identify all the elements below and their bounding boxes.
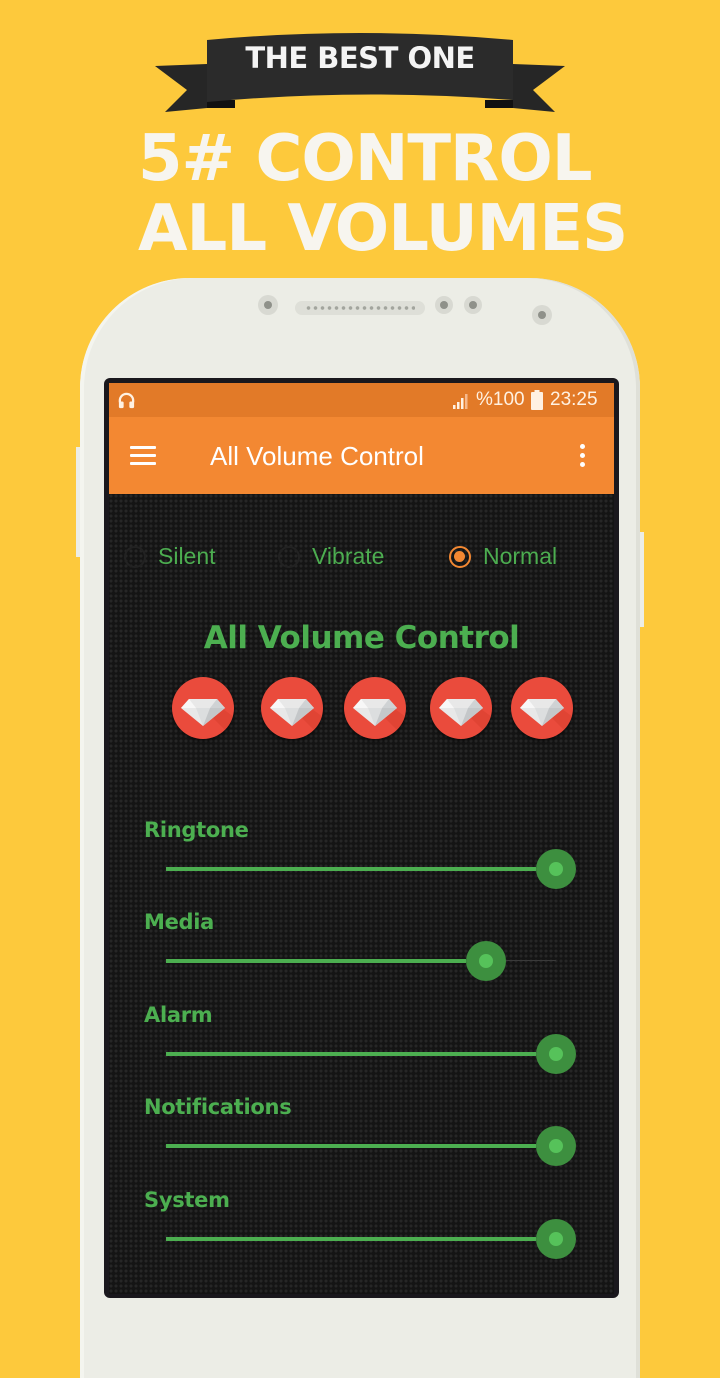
gem-button[interactable] bbox=[430, 677, 492, 739]
volume-label: Notifications bbox=[144, 1095, 292, 1119]
headline-line-2: ALL VOLUMES bbox=[138, 192, 628, 266]
volume-label: Alarm bbox=[144, 1003, 213, 1027]
gem-button[interactable] bbox=[344, 677, 406, 739]
volume-label: Media bbox=[144, 910, 215, 934]
hamburger-menu-icon[interactable] bbox=[130, 446, 156, 466]
volume-slider-notifications[interactable] bbox=[166, 1124, 576, 1168]
slider-track-filled bbox=[166, 1144, 536, 1148]
volume-label: System bbox=[144, 1188, 230, 1212]
radio-circle[interactable] bbox=[124, 545, 146, 568]
gem-button[interactable] bbox=[261, 677, 323, 739]
radio-label: Silent bbox=[158, 543, 216, 569]
slider-track-filled bbox=[166, 867, 536, 871]
volume-slider-alarm[interactable] bbox=[166, 1032, 576, 1076]
section-title: All Volume Control bbox=[203, 620, 520, 656]
radio-label: Vibrate bbox=[312, 543, 385, 569]
slider-thumb[interactable] bbox=[536, 1034, 576, 1074]
signal-icon bbox=[453, 394, 468, 409]
headline-line-1: 5# CONTROL bbox=[138, 122, 593, 196]
gem-button[interactable] bbox=[511, 677, 573, 739]
diamond-icon bbox=[270, 699, 323, 739]
gem-button[interactable] bbox=[172, 677, 234, 739]
promo-ribbon: THE BEST ONE bbox=[155, 30, 565, 120]
radio-circle[interactable] bbox=[449, 545, 471, 568]
slider-track-filled bbox=[166, 959, 466, 963]
slider-track-filled bbox=[166, 1237, 536, 1241]
sensor-icon bbox=[435, 296, 453, 314]
slider-thumb[interactable] bbox=[465, 941, 506, 981]
slider-thumb[interactable] bbox=[536, 1126, 576, 1166]
diamond-icon bbox=[520, 699, 573, 739]
slider-thumb[interactable] bbox=[536, 849, 576, 889]
volume-label: Ringtone bbox=[144, 818, 249, 842]
headphones-icon bbox=[118, 392, 135, 409]
banner-text: THE BEST ONE bbox=[245, 41, 475, 75]
slider-track-filled bbox=[166, 1052, 536, 1056]
front-camera-icon bbox=[532, 305, 552, 325]
clock: 23:25 bbox=[550, 389, 598, 410]
battery-percent: %100 bbox=[476, 389, 525, 410]
slider-thumb[interactable] bbox=[536, 1219, 576, 1259]
app-title: All Volume Control bbox=[210, 441, 424, 471]
radio-circle[interactable] bbox=[278, 545, 300, 568]
battery-icon bbox=[531, 390, 543, 410]
volume-slider-ringtone[interactable] bbox=[166, 847, 576, 891]
sensor-icon bbox=[464, 296, 482, 314]
radio-label: Normal bbox=[483, 543, 558, 569]
diamond-icon bbox=[181, 699, 234, 739]
diamond-icon bbox=[353, 699, 406, 739]
earpiece-speaker bbox=[295, 301, 425, 315]
radio-silent[interactable]: Silent bbox=[124, 543, 216, 570]
sensor-icon bbox=[258, 295, 278, 315]
diamond-icon bbox=[439, 699, 492, 739]
radio-vibrate[interactable]: Vibrate bbox=[278, 543, 384, 570]
more-vert-icon[interactable] bbox=[578, 444, 586, 470]
content-area bbox=[109, 494, 614, 1294]
volume-slider-system[interactable] bbox=[166, 1217, 576, 1261]
radio-normal[interactable]: Normal bbox=[449, 543, 557, 570]
volume-slider-media[interactable] bbox=[166, 939, 576, 983]
